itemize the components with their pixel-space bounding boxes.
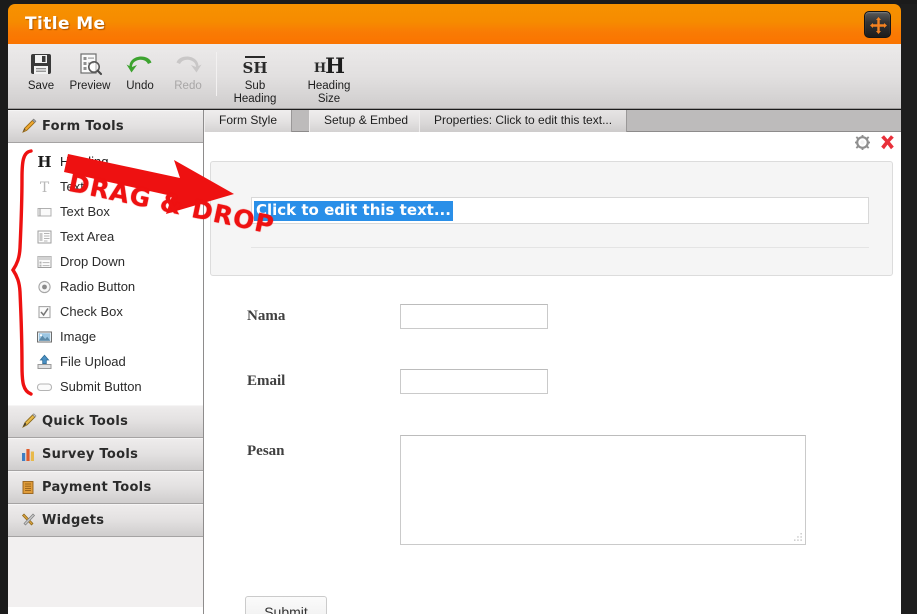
form-canvas: Click to edit this text... Nama Email Pe… [204,132,901,614]
toolbar-sub-heading-label-1: Sub [244,80,266,92]
field-input-nama[interactable] [400,304,548,329]
main-toolbar: Save Preview Undo Redo SH Sub Heading H … [8,44,901,109]
tool-item-label: Submit Button [60,379,142,394]
field-textarea-pesan[interactable] [400,435,806,545]
field-label-email: Email [247,373,286,389]
tool-item-text-box[interactable]: Text Box [8,199,203,224]
tool-item-label: Text Area [60,229,115,244]
file-upload-icon [36,354,60,370]
heading-divider [251,247,869,248]
sidebar-section-title: Widgets [42,513,105,528]
svg-text:SH: SH [242,59,267,77]
toolbar-sub-heading-label-2: Heading [233,93,277,105]
tool-item-label: Text Box [60,204,110,219]
tool-item-image[interactable]: Image [8,324,203,349]
sidebar-section-form-tools[interactable]: Form Tools [8,110,203,143]
tool-item-submit-button[interactable]: Submit Button [8,374,203,399]
text-area-icon [36,229,60,245]
wand-icon [20,413,42,430]
heading-text-input[interactable]: Click to edit this text... [251,197,869,224]
heading-properties-block: Click to edit this text... [210,161,893,276]
close-x-icon[interactable] [879,134,896,151]
bar-chart-icon [20,446,42,463]
sidebar-section-title: Payment Tools [42,480,152,495]
svg-text:T: T [40,180,50,195]
sidebar-section-title: Form Tools [42,119,124,134]
form-tools-list: H Heading T Text Text Box Text Area Drop… [8,143,203,405]
left-sidebar: Form Tools H Heading T Text Text Box Tex… [8,110,204,614]
sidebar-section-title: Survey Tools [42,447,139,462]
sub-heading-icon: SH [225,48,285,80]
tool-item-label: Text [60,179,84,194]
tool-item-radio-button[interactable]: Radio Button [8,274,203,299]
toolbar-heading-size-label-1: Heading [307,80,351,92]
tool-item-label: Check Box [60,304,123,319]
heading-h-icon: H [36,154,60,170]
tool-item-label: Heading [60,154,109,169]
text-box-icon [36,204,60,220]
tool-item-label: File Upload [60,354,126,369]
toolbar-sub-heading-button[interactable]: SH Sub Heading [225,48,285,106]
heading-size-icon: H H [298,48,360,80]
sidebar-section-quick-tools[interactable]: Quick Tools [8,405,203,438]
field-label-nama: Nama [247,308,286,324]
pencil-icon [20,118,42,135]
sidebar-empty-space [8,537,203,607]
sidebar-section-title: Quick Tools [42,414,129,429]
title-bar: Title Me [8,4,901,44]
toolbar-heading-size-button[interactable]: H H Heading Size [298,48,360,106]
tools-cross-icon [20,512,42,529]
tool-item-text[interactable]: T Text [8,174,203,199]
tool-item-drop-down[interactable]: Drop Down [8,249,203,274]
toolbar-redo-label: Redo [174,80,202,92]
tool-item-label: Drop Down [60,254,126,269]
fullscreen-expand-button[interactable] [864,11,891,38]
drop-down-icon [36,254,60,270]
main-content-area: Form Style Setup & Embed Properties: Cli… [204,110,901,614]
svg-text:H: H [325,53,345,78]
toolbar-separator [216,52,217,96]
gear-icon[interactable] [855,135,870,150]
sidebar-section-survey-tools[interactable]: Survey Tools [8,438,203,471]
window-frame-right [901,0,917,614]
text-t-icon: T [36,179,60,195]
panel-tool-buttons [855,134,896,151]
redo-arrow-icon [159,48,217,80]
check-box-icon [36,304,60,320]
credit-card-icon [20,479,42,496]
svg-text:H: H [37,154,51,170]
image-icon [36,329,60,345]
tab-strip: Form Style Setup & Embed Properties: Cli… [204,110,901,132]
tool-item-heading[interactable]: H Heading [8,149,203,174]
window-title: Title Me [25,14,106,34]
toolbar-redo-button[interactable]: Redo [159,48,217,93]
resize-grip-icon[interactable] [794,533,803,542]
field-label-pesan: Pesan [247,443,285,459]
sidebar-section-widgets[interactable]: Widgets [8,504,203,537]
submit-button[interactable]: Submit [245,596,327,614]
tool-item-text-area[interactable]: Text Area [8,224,203,249]
tab-properties[interactable]: Properties: Click to edit this text... [419,110,628,132]
submit-button-icon [36,379,60,395]
application-window: Title Me Save Preview Undo Redo SH Sub H… [0,0,917,614]
tool-item-check-box[interactable]: Check Box [8,299,203,324]
field-input-email[interactable] [400,369,548,394]
toolbar-heading-size-label-2: Size [317,93,341,105]
fullscreen-expand-icon [870,17,887,34]
tab-setup-embed[interactable]: Setup & Embed [309,110,424,132]
tool-item-file-upload[interactable]: File Upload [8,349,203,374]
radio-button-icon [36,279,60,295]
window-frame-left [0,0,8,614]
tool-item-label: Radio Button [60,279,136,294]
heading-text-value: Click to edit this text... [254,200,453,221]
tab-form-style[interactable]: Form Style [204,110,293,132]
window-frame-top [0,0,917,4]
sidebar-section-payment-tools[interactable]: Payment Tools [8,471,203,504]
tool-item-label: Image [60,329,97,344]
